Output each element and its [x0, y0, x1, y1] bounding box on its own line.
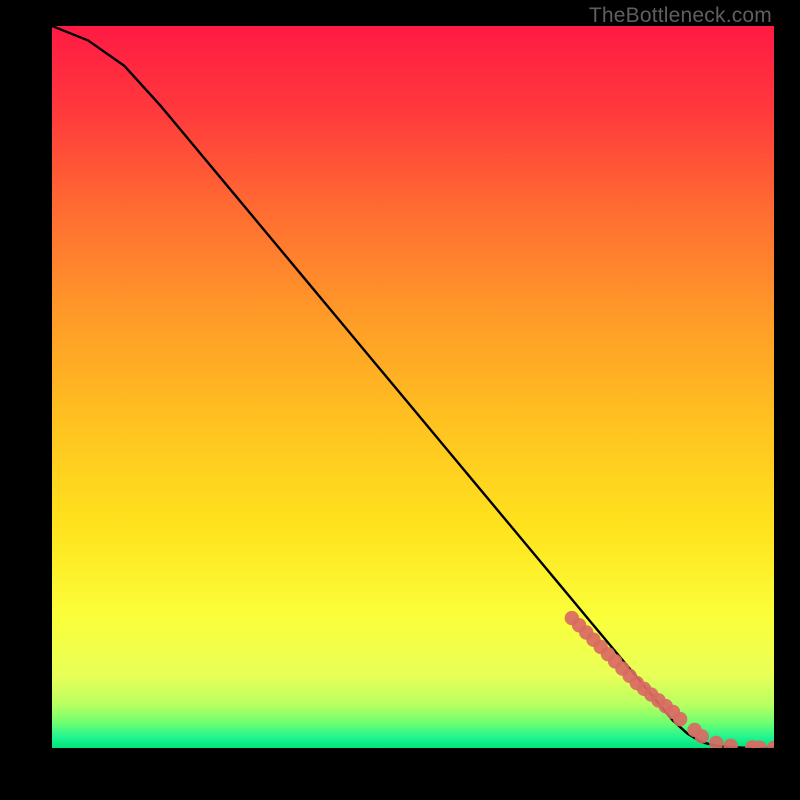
plot-area [52, 26, 774, 748]
data-curve [52, 26, 774, 748]
data-marker [767, 741, 774, 748]
chart-stage: TheBottleneck.com [0, 0, 800, 800]
data-marker [709, 736, 723, 748]
data-marker [695, 729, 709, 743]
watermark-text: TheBottleneck.com [589, 4, 772, 28]
data-marker [673, 712, 687, 726]
data-marker [723, 739, 737, 748]
